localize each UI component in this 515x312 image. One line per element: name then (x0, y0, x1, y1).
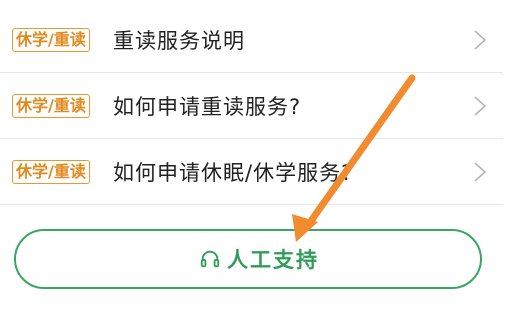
chevron-right-icon (474, 162, 487, 182)
category-tag: 休学/重读 (12, 94, 90, 118)
chevron-right-icon (474, 30, 487, 50)
headset-icon (200, 250, 220, 268)
human-support-button[interactable]: 人工支持 (14, 229, 482, 289)
chevron-right-icon (474, 96, 487, 116)
category-tag: 休学/重读 (12, 160, 90, 184)
support-content: 人工支持 (199, 244, 319, 274)
faq-item-reread-description[interactable]: 休学/重读 重读服务说明 (0, 7, 515, 73)
divider (0, 204, 503, 205)
support-label: 人工支持 (227, 248, 319, 272)
faq-item-title: 如何申请休眠/休学服务? (113, 161, 354, 185)
faq-item-title: 重读服务说明 (113, 29, 245, 53)
faq-item-title: 如何申请重读服务? (113, 95, 302, 119)
help-page: 休学/重读 重读服务说明 休学/重读 如何申请重读服务? 休学/重读 如何申请休… (0, 0, 515, 312)
faq-item-apply-suspension[interactable]: 休学/重读 如何申请休眠/休学服务? (0, 139, 515, 205)
category-tag: 休学/重读 (12, 28, 90, 52)
faq-item-apply-reread[interactable]: 休学/重读 如何申请重读服务? (0, 73, 515, 139)
